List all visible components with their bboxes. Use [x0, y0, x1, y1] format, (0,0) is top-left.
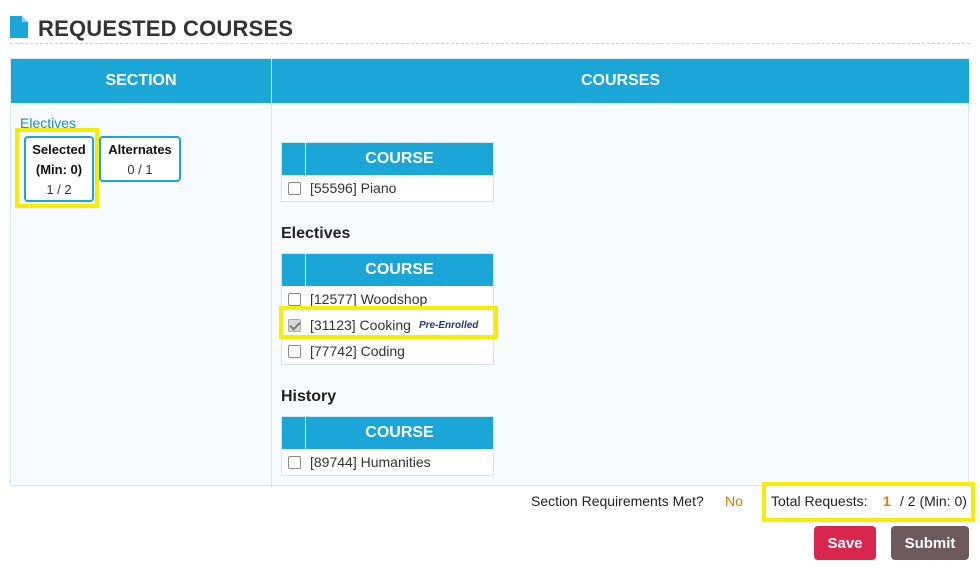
courses-column-header: COURSES: [272, 59, 969, 103]
alternates-count-box[interactable]: Alternates 0 / 1: [99, 136, 181, 182]
course-row[interactable]: [55596] Piano: [282, 175, 493, 201]
course-label: [55596] Piano: [310, 180, 397, 196]
course-table-general: COURSE [55596] Piano: [281, 142, 494, 202]
alternates-label: Alternates: [108, 142, 172, 157]
course-column-header: COURSE: [306, 417, 493, 449]
requirements-met-label: Section Requirements Met?: [531, 493, 704, 509]
course-checkbox-77742[interactable]: [288, 344, 301, 358]
highlight-total-requests: [762, 482, 975, 522]
course-row[interactable]: [89744] Humanities: [282, 449, 493, 475]
checkbox-column-header: [282, 417, 306, 449]
highlight-cooking-row: [279, 306, 498, 339]
page-header: REQUESTED COURSES: [10, 12, 970, 44]
requirements-met-value: No: [725, 493, 743, 509]
course-label: [77742] Coding: [310, 343, 405, 359]
course-checkbox-89744[interactable]: [288, 455, 301, 469]
course-checkbox-55596[interactable]: [288, 181, 301, 195]
highlight-selected: [15, 128, 99, 208]
section-column-header: SECTION: [11, 59, 271, 103]
course-column-header: COURSE: [306, 254, 493, 286]
course-row[interactable]: [77742] Coding: [282, 338, 493, 364]
course-table-history: COURSE [89744] Humanities: [281, 416, 494, 476]
document-icon: [10, 16, 28, 38]
course-label: [89744] Humanities: [310, 454, 431, 470]
checkbox-column-header: [282, 254, 306, 286]
page-title: REQUESTED COURSES: [38, 16, 294, 41]
save-button[interactable]: Save: [814, 526, 876, 560]
checkbox-column-header: [282, 143, 306, 175]
course-column-header: COURSE: [306, 143, 493, 175]
course-checkbox-12577[interactable]: [288, 292, 301, 306]
group-title-history: History: [281, 388, 337, 405]
column-divider: [271, 59, 272, 487]
alternates-count-value: 0 / 1: [127, 162, 153, 177]
group-title-electives: Electives: [281, 225, 351, 242]
course-label: [12577] Woodshop: [310, 291, 428, 307]
submit-button[interactable]: Submit: [891, 526, 969, 560]
